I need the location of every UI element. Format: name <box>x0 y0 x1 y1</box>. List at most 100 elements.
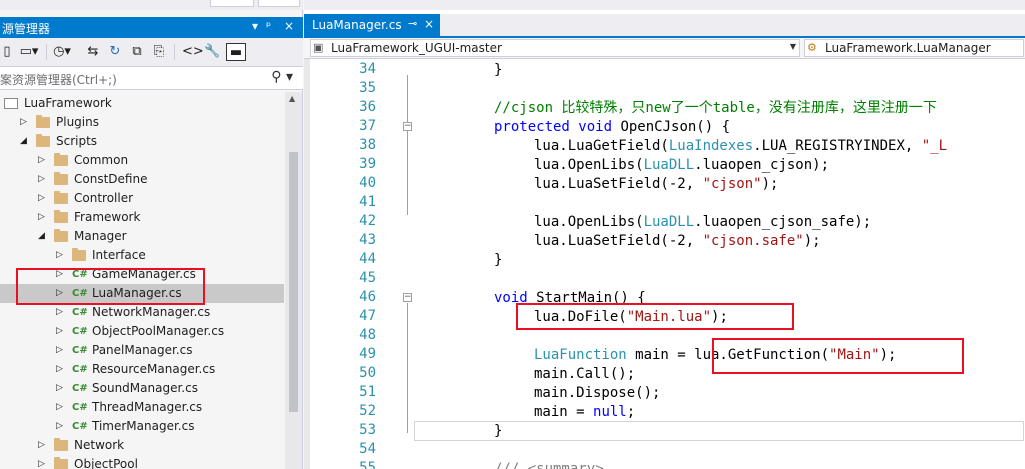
tree-item[interactable]: ▷ C# SoundManager.cs <box>0 379 284 398</box>
project-dropdown[interactable]: ▣ LuaFramework_UGUI-master ▼ <box>310 39 800 57</box>
tree-item[interactable]: ▷ C# ThreadManager.cs <box>0 398 284 417</box>
code-editor: LuaManager.cs ⊸ × ▣ LuaFramework_UGUI-ma… <box>304 0 1025 469</box>
search-icon[interactable]: ⚲ ▾ <box>271 69 293 85</box>
csharp-file-icon: C# <box>72 364 88 375</box>
line-number: 48 <box>359 327 376 343</box>
highlight-box-file <box>16 268 205 305</box>
document-tab-bar: LuaManager.cs ⊸ × <box>304 14 1025 38</box>
properties-wrench-icon[interactable]: 🔧 <box>204 43 220 61</box>
class-dropdown[interactable]: ⚙ LuaFramework.LuaManager <box>804 39 1024 57</box>
collapsed-arrow-icon[interactable]: ▷ <box>38 189 48 208</box>
toolbar-combo[interactable] <box>210 0 254 7</box>
project-dropdown-label: LuaFramework_UGUI-master <box>331 41 502 55</box>
tree-item[interactable]: ▷ C# PanelManager.cs <box>0 341 284 360</box>
collapsed-arrow-icon[interactable]: ▷ <box>38 436 48 455</box>
preview-selected-icon[interactable]: ▬ <box>226 43 246 61</box>
pin-icon[interactable]: ᵖ <box>266 19 271 33</box>
collapsed-arrow-icon[interactable]: ▷ <box>38 151 48 170</box>
tree-item[interactable]: ◢ Scripts <box>0 132 284 151</box>
folder-icon <box>54 172 68 185</box>
scroll-up-icon[interactable]: ▲ <box>289 94 295 103</box>
code-line-36: //cjson 比较特殊，只new了一个table，没有注册库，这里注册一下 <box>494 100 937 116</box>
collapsed-arrow-icon[interactable]: ▷ <box>20 113 30 132</box>
tree-item-label: TimerManager.cs <box>92 419 195 433</box>
collapsed-arrow-icon[interactable]: ▷ <box>38 170 48 189</box>
tab-luamanager[interactable]: LuaManager.cs ⊸ × <box>304 14 440 36</box>
dropdown-icon[interactable]: ▾ <box>252 19 258 33</box>
class-icon: ⚙ <box>807 41 817 54</box>
expanded-arrow-icon[interactable]: ◢ <box>38 227 48 246</box>
csharp-file-icon: C# <box>72 345 88 356</box>
tree-item[interactable]: ▷ Interface <box>0 246 284 265</box>
tree-item[interactable]: ▷ Common <box>0 151 284 170</box>
history-icon[interactable]: ◷▾ <box>52 43 72 61</box>
tree-item[interactable]: ▷ C# ObjectPoolManager.cs <box>0 322 284 341</box>
tab-label: LuaManager.cs <box>312 18 402 32</box>
line-number: 46 <box>359 289 376 305</box>
tree-item-label: Common <box>74 153 129 167</box>
collapse-all-icon[interactable]: ⧉ <box>130 43 144 61</box>
close-tab-icon[interactable]: × <box>424 17 434 31</box>
pin-icon[interactable]: ⊸ <box>408 17 417 30</box>
toolbar-combo[interactable] <box>258 0 300 7</box>
tree-item[interactable]: ▷ C# NetworkManager.cs <box>0 303 284 322</box>
collapsed-arrow-icon[interactable]: ▷ <box>38 455 48 469</box>
collapsed-arrow-icon[interactable]: ▷ <box>56 303 66 322</box>
collapsed-arrow-icon[interactable]: ▷ <box>38 208 48 227</box>
class-dropdown-label: LuaFramework.LuaManager <box>825 41 991 55</box>
collapse-toggle-icon[interactable]: − <box>403 293 412 302</box>
line-number: 36 <box>359 99 376 115</box>
tree-item[interactable]: ▷ C# TimerManager.cs <box>0 417 284 436</box>
tree-scrollbar[interactable]: ▲ <box>285 92 302 469</box>
pending-changes-icon[interactable]: ⇆ <box>86 43 100 61</box>
solution-search-box[interactable]: 案资源管理器(Ctrl+;) ⚲ ▾ <box>0 66 303 90</box>
scrollbar-thumb[interactable] <box>289 152 298 412</box>
line-number: 54 <box>359 441 376 457</box>
code-line-55: /// <summary> <box>494 461 604 469</box>
collapsed-arrow-icon[interactable]: ▷ <box>56 341 66 360</box>
expanded-arrow-icon[interactable]: ◢ <box>20 132 30 151</box>
line-number: 38 <box>359 137 376 153</box>
sync-icon[interactable]: ▯ <box>2 43 12 61</box>
collapsed-arrow-icon[interactable]: ▷ <box>56 417 66 436</box>
tree-item[interactable]: ▷ Controller <box>0 189 284 208</box>
line-number: 43 <box>359 232 376 248</box>
line-number: 34 <box>359 61 376 77</box>
home-dropdown-icon[interactable]: ▭▾ <box>18 43 40 61</box>
line-number: 37 <box>359 118 376 134</box>
code-line-42: lua.OpenLibs(LuaDLL.luaopen_cjson_safe); <box>534 214 872 230</box>
code-line-40: lua.LuaSetField(-2, "cjson"); <box>534 176 779 192</box>
tree-item-label: ConstDefine <box>74 172 148 186</box>
collapsed-arrow-icon[interactable]: ▷ <box>56 398 66 417</box>
line-number: 39 <box>359 156 376 172</box>
copy-icon[interactable]: ⎘ <box>152 43 166 61</box>
close-icon[interactable]: × <box>284 19 294 33</box>
refresh-icon[interactable]: ↻ <box>108 43 122 61</box>
collapsed-arrow-icon[interactable]: ▷ <box>56 379 66 398</box>
tree-item[interactable]: ▷ C# ResourceManager.cs <box>0 360 284 379</box>
code-line-38: lua.LuaGetField(LuaIndexes.LUA_REGISTRYI… <box>534 138 948 154</box>
tree-item-label: Network <box>74 438 125 452</box>
tree-item[interactable]: ▷ Plugins <box>0 113 284 132</box>
tree-item[interactable]: ▷ ConstDefine <box>0 170 284 189</box>
collapsed-arrow-icon[interactable]: ▷ <box>56 360 66 379</box>
tree-item[interactable]: ▷ Network <box>0 436 284 455</box>
tree-item[interactable]: LuaFramework <box>0 94 284 113</box>
code-line-37: protected void OpenCJson() { <box>494 119 731 135</box>
line-number: 35 <box>359 80 376 96</box>
tree-item-label: Interface <box>92 248 146 262</box>
tree-item-label: ResourceManager.cs <box>92 362 216 376</box>
tree-item[interactable]: ◢ Manager <box>0 227 284 246</box>
line-number: 45 <box>359 270 376 286</box>
collapsed-arrow-icon[interactable]: ▷ <box>56 322 66 341</box>
tree-item[interactable]: ▷ Framework <box>0 208 284 227</box>
code-area[interactable]: − − } //cjson 比较特殊，只new了一个table，没有注册库，这里… <box>304 59 1025 469</box>
tree-item[interactable]: ▷ ObjectPool <box>0 455 284 469</box>
csharp-file-icon: C# <box>72 307 88 318</box>
highlight-box-getfunction <box>712 338 964 374</box>
code-view-icon[interactable]: <> <box>182 43 204 61</box>
line-number: 55 <box>359 460 376 469</box>
folder-icon <box>54 191 68 204</box>
collapsed-arrow-icon[interactable]: ▷ <box>56 246 66 265</box>
collapse-toggle-icon[interactable]: − <box>403 122 412 131</box>
